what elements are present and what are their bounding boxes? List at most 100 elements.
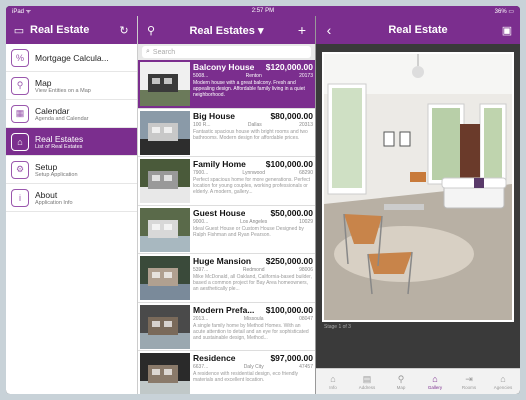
property-id: 7900... <box>193 170 209 176</box>
property-city: Daly City <box>243 364 264 370</box>
property-meta: 7900... Lynnwood 68290 <box>193 170 313 176</box>
property-meta: 100 R... Dallas 20313 <box>193 122 313 128</box>
carrier-label: iPad ᯤ <box>12 9 32 15</box>
list-item-header: Balcony House $120,000.00 <box>193 62 313 72</box>
tab-agencies[interactable]: ⌂ Agencies <box>486 369 520 394</box>
gallery-photo[interactable] <box>322 52 514 322</box>
menu-item-subtitle: Agenda and Calendar <box>35 115 89 122</box>
property-thumbnail <box>140 62 190 106</box>
menu-item-real-estates[interactable]: ⌂ Real Estates List of Real Estates <box>6 128 137 156</box>
property-name: Modern Prefa... <box>193 304 255 315</box>
property-description: Mike McDonald, all Oakland, California-b… <box>193 274 312 292</box>
menu-item-text: Calendar Agenda and Calendar <box>35 106 89 122</box>
building-icon: ⌂ <box>11 132 29 151</box>
living-room-photo <box>324 54 512 320</box>
property-description: Modern house with a great balcony. Fresh… <box>193 80 305 98</box>
property-zip: 20173 <box>299 73 313 79</box>
list-item-info: Family Home $100,000.00 7900... Lynnwood… <box>193 159 313 203</box>
ipad-screen: iPad ᯤ 2:57 PM 36% ▭ ▭ Real Estate ↻ % M… <box>6 6 520 394</box>
real-estate-list-panel: ⚲ Real Estates ▾ + ⌕ Search Balcony Hous… <box>138 16 316 394</box>
list-item-info: Residence $97,000.00 6637... Daly City 4… <box>193 353 313 394</box>
property-description: Ideal Guest House or Custom House Design… <box>193 225 304 238</box>
property-thumbnail <box>140 207 190 252</box>
property-price: $250,000.00 <box>265 256 313 266</box>
property-thumbnail <box>140 110 190 155</box>
property-name: Guest House <box>193 207 246 218</box>
back-chevron-icon[interactable]: ‹ <box>322 22 336 38</box>
menu-item-mortgage-calcula[interactable]: % Mortgage Calcula... <box>6 44 137 72</box>
list-item[interactable]: Guest House $50,000.00 9000... Los Angel… <box>138 206 315 254</box>
tab-gallery[interactable]: ⌂ Gallery <box>418 369 452 394</box>
menu-item-about[interactable]: i About Application Info <box>6 184 137 212</box>
list-item[interactable]: Modern Prefa... $100,000.00 2013... Miss… <box>138 303 315 351</box>
tab-rooms[interactable]: ⇥ Rooms <box>452 369 486 394</box>
menu-item-text: Real Estates List of Real Estates <box>35 134 83 150</box>
search-bar: ⌕ Search <box>138 44 315 60</box>
tab-address[interactable]: ▤ Address <box>350 369 384 394</box>
property-meta: 2013... Missoula 08047 <box>193 316 313 322</box>
property-zip: 47457 <box>299 364 313 370</box>
list-item[interactable]: Big House $80,000.00 100 R... Dallas 203… <box>138 109 315 157</box>
menu-item-text: Map View Entities on a Map <box>35 78 91 94</box>
property-zip: 68290 <box>299 170 313 176</box>
property-description: Fantastic spacious house with bright roo… <box>193 128 308 141</box>
tab-label: Map <box>396 384 406 390</box>
property-city: Missoula <box>243 315 264 322</box>
menu-item-map[interactable]: ⚲ Map View Entities on a Map <box>6 72 137 100</box>
sync-icon[interactable]: ↻ <box>117 23 131 37</box>
property-name: Huge Mansion <box>193 256 252 266</box>
property-meta: 5397... Redmond 98006 <box>193 267 313 273</box>
property-name: Big House <box>193 110 236 121</box>
property-id: 6637... <box>193 364 209 370</box>
property-meta: 9000... Los Angeles 10029 <box>193 219 313 225</box>
menu-item-subtitle: View Entities on a Map <box>35 87 91 94</box>
menu-item-label: Calendar <box>35 105 70 116</box>
battery-indicator: 36% ▭ <box>494 8 514 15</box>
search-icon: ⌕ <box>146 48 150 55</box>
tab-label: Gallery <box>427 384 443 390</box>
property-price: $100,000.00 <box>265 304 313 315</box>
list-item-info: Balcony House $120,000.00 5008... Renton… <box>193 62 313 106</box>
list-item-header: Huge Mansion $250,000.00 <box>193 256 313 266</box>
map-pin-icon: ⚲ <box>397 373 405 384</box>
list-item-info: Huge Mansion $250,000.00 5397... Redmond… <box>193 256 313 300</box>
property-zip: 08047 <box>299 315 313 322</box>
property-city: Lynnwood <box>242 170 265 176</box>
property-price: $80,000.00 <box>270 110 313 121</box>
list-item[interactable]: Balcony House $120,000.00 5008... Renton… <box>138 60 315 109</box>
stage-label: Stage 1 of 3 <box>324 324 351 330</box>
save-icon[interactable]: ▣ <box>500 23 514 37</box>
property-price: $120,000.00 <box>265 62 313 72</box>
list-title[interactable]: Real Estates ▾ <box>189 24 263 37</box>
menu-item-calendar[interactable]: ▦ Calendar Agenda and Calendar <box>6 100 137 128</box>
list-item-header: Modern Prefa... $100,000.00 <box>193 305 313 315</box>
property-name: Residence <box>193 353 236 363</box>
menu-item-subtitle: Application Info <box>35 199 73 206</box>
detail-panel: ‹ Real Estate ▣ Stage 1 of 3 ⌂ Info ▤ Ad… <box>316 16 520 394</box>
property-meta: 6637... Daly City 47457 <box>193 364 313 370</box>
search-input[interactable]: ⌕ Search <box>142 46 311 58</box>
property-zip: 98006 <box>299 267 313 273</box>
map-pin-icon: ⚲ <box>11 76 29 95</box>
property-city: Redmond <box>242 267 265 273</box>
list-item[interactable]: Residence $97,000.00 6637... Daly City 4… <box>138 351 315 394</box>
property-city: Los Angeles <box>240 218 268 225</box>
property-city: Dallas <box>247 121 262 128</box>
monitor-icon[interactable]: ▭ <box>12 23 26 37</box>
property-name: Balcony House <box>193 62 255 72</box>
menu-item-setup[interactable]: ⚙ Setup Setup Application <box>6 156 137 184</box>
add-button[interactable]: + <box>295 22 309 38</box>
property-price: $97,000.00 <box>270 353 313 363</box>
tab-map[interactable]: ⚲ Map <box>384 369 418 394</box>
list-item-info: Guest House $50,000.00 9000... Los Angel… <box>193 208 313 252</box>
property-id: 5008... <box>193 73 209 79</box>
rooms-icon: ⇥ <box>465 373 473 384</box>
calculator-icon: % <box>11 48 29 67</box>
list-item[interactable]: Family Home $100,000.00 7900... Lynnwood… <box>138 157 315 206</box>
tab-info[interactable]: ⌂ Info <box>316 369 350 394</box>
location-icon[interactable]: ⚲ <box>144 23 158 37</box>
home-icon: ⌂ <box>330 373 336 384</box>
property-thumbnail <box>140 353 190 394</box>
list-item-header: Residence $97,000.00 <box>193 353 313 363</box>
list-item[interactable]: Huge Mansion $250,000.00 5397... Redmond… <box>138 254 315 303</box>
